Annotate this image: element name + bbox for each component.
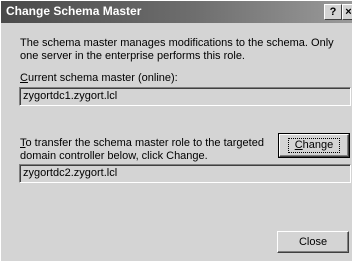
description-text: The schema master manages modifications … <box>20 37 334 62</box>
close-icon: × <box>345 6 352 18</box>
transfer-label-text: o transfer the schema master role to the… <box>20 137 264 162</box>
current-master-label: Current schema master (online): <box>20 72 178 85</box>
current-label-accelerator: C <box>20 72 28 84</box>
help-icon: ? <box>329 6 337 18</box>
current-label-text: urrent schema master (online): <box>27 72 178 84</box>
dialog-window: Change Schema Master ? × The schema mast… <box>0 0 352 261</box>
transfer-label: To transfer the schema master role to th… <box>20 137 270 163</box>
change-button-label: Change <box>287 138 341 153</box>
close-button[interactable]: Close <box>277 231 349 253</box>
window-title: Change Schema Master <box>6 4 142 18</box>
change-accelerator: C <box>294 139 303 151</box>
current-master-field: zygortdc1.zygort.lcl <box>19 87 351 106</box>
title-bar[interactable]: Change Schema Master ? × <box>1 1 352 23</box>
change-label-text: hange <box>302 139 334 151</box>
change-button[interactable]: Change <box>278 133 350 158</box>
target-controller-field: zygortdc2.zygort.lcl <box>19 164 351 183</box>
title-close-button[interactable]: × <box>342 4 352 20</box>
help-button[interactable]: ? <box>324 4 342 20</box>
